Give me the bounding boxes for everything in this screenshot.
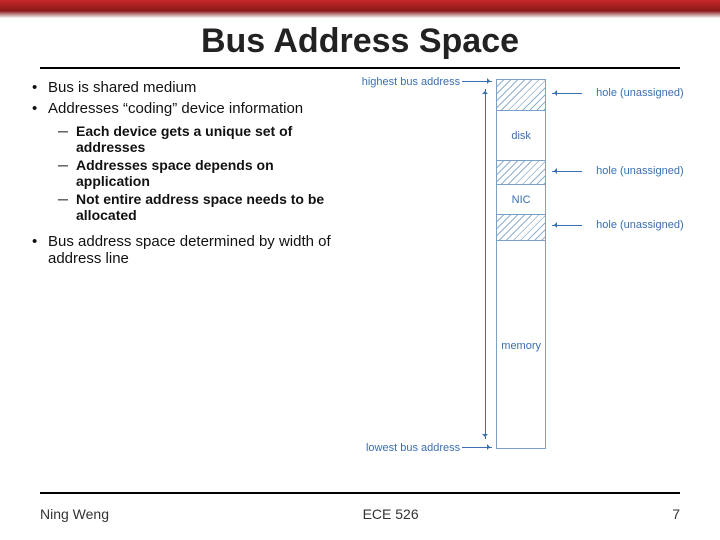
bullet-column: Bus is shared medium Addresses “coding” …: [30, 79, 350, 479]
arrow-icon: [462, 81, 492, 82]
footer-author: Ning Weng: [40, 506, 109, 522]
footer-page-number: 7: [672, 506, 680, 522]
bullet-2a: Each device gets a unique set of address…: [30, 123, 350, 155]
bullet-3: Bus address space determined by width of…: [30, 233, 350, 267]
arrow-icon: [462, 447, 492, 448]
diagram-label-highest: highest bus address: [360, 76, 460, 88]
diagram-bar: disk NIC memory: [496, 79, 546, 449]
diagram-seg-nic: NIC: [497, 184, 545, 214]
diagram-seg-hole-2: [497, 160, 545, 184]
diagram-label-lowest: lowest bus address: [360, 442, 460, 454]
diagram-seg-hole-top: [497, 80, 545, 110]
content-area: Bus is shared medium Addresses “coding” …: [0, 69, 720, 479]
diagram-seg-hole-3: [497, 214, 545, 240]
bullet-2c: Not entire address space needs to be all…: [30, 191, 350, 223]
footer-course: ECE 526: [363, 506, 419, 522]
diagram-label-hole-2: hole (unassigned): [596, 165, 696, 177]
header-gradient: [0, 0, 720, 18]
bullet-1: Bus is shared medium: [30, 79, 350, 96]
slide-title: Bus Address Space: [0, 22, 720, 61]
address-space-diagram: disk NIC memory highest bus address lowe…: [360, 79, 690, 479]
diagram-seg-disk: disk: [497, 110, 545, 160]
arrow-span-icon: [485, 89, 486, 439]
bullet-2: Addresses “coding” device information: [30, 100, 350, 117]
arrow-icon: [552, 171, 582, 172]
arrow-icon: [552, 93, 582, 94]
diagram-label-hole-3: hole (unassigned): [596, 219, 696, 231]
footer: Ning Weng ECE 526 7: [40, 506, 680, 522]
diagram-seg-memory: memory: [497, 240, 545, 450]
diagram-label-hole-1: hole (unassigned): [596, 87, 696, 99]
footer-rule: [40, 492, 680, 494]
bullet-2b: Addresses space depends on application: [30, 157, 350, 189]
arrow-icon: [552, 225, 582, 226]
